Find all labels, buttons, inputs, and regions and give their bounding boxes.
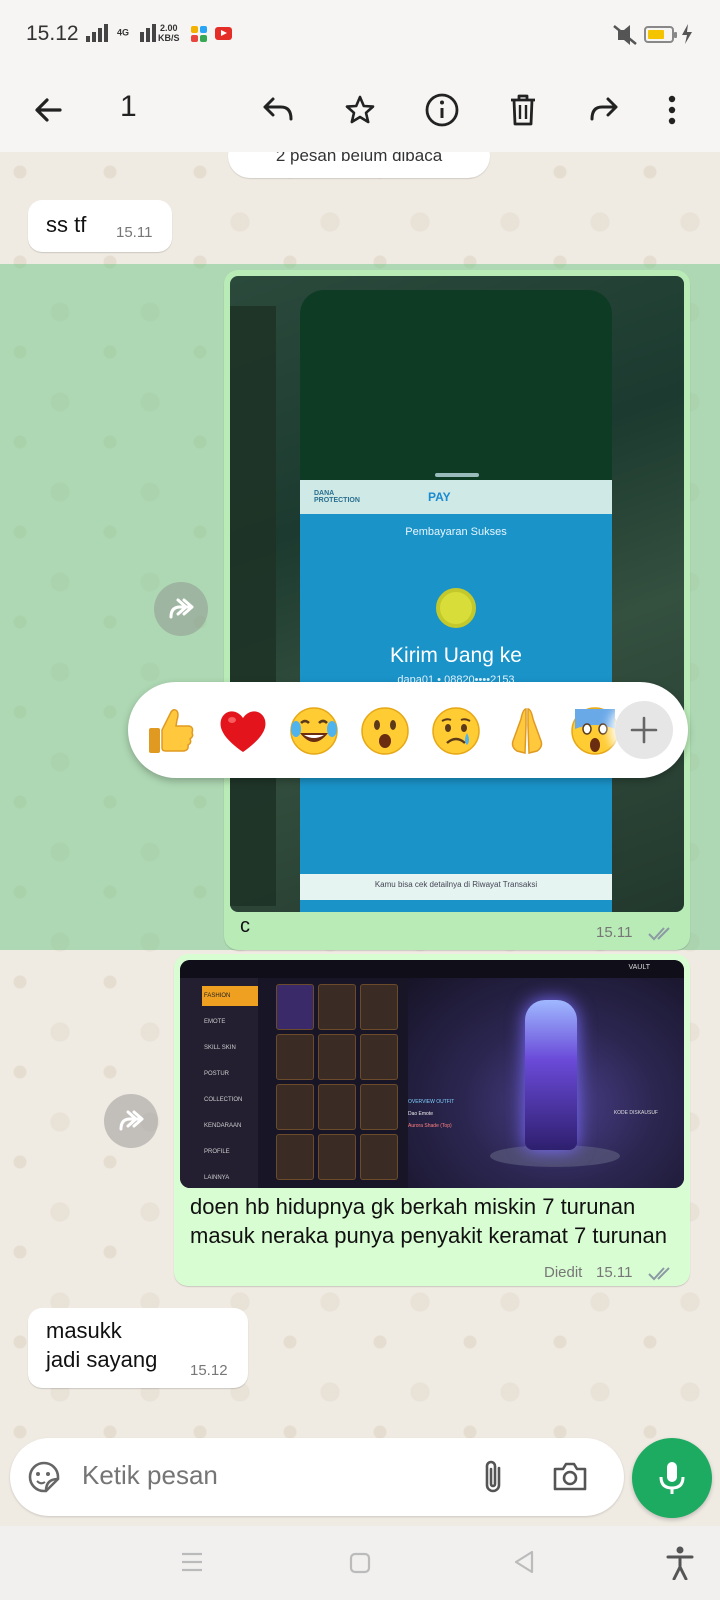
- accessibility-icon[interactable]: [666, 1546, 694, 1580]
- trash-icon: [511, 94, 535, 126]
- plus-icon: [630, 716, 658, 744]
- charging-icon: [682, 24, 692, 44]
- folded-hands-icon: [511, 708, 543, 754]
- forward-shortcut-button[interactable]: [104, 1094, 158, 1148]
- selection-action-bar: 1: [0, 70, 720, 152]
- pay-logo: PAY: [428, 490, 451, 504]
- reaction-thumbs-up[interactable]: [144, 704, 198, 758]
- star-icon: [345, 95, 375, 124]
- game-character: [525, 1000, 577, 1150]
- back-button[interactable]: [24, 86, 72, 134]
- forward-icon: [590, 97, 618, 121]
- reaction-picker: [128, 682, 688, 778]
- forward-icon: [169, 598, 194, 619]
- message-text: jadi sayang: [46, 1347, 158, 1372]
- message-time: 15.12: [190, 1362, 228, 1379]
- message-time: 15.11: [596, 924, 633, 941]
- message-time: 15.11: [116, 224, 153, 241]
- reply-icon: [263, 97, 293, 121]
- message-time: 15.11: [596, 1264, 633, 1281]
- chat-area[interactable]: 2 pesan belum dibaca ss tf 15.11 DANA PR…: [0, 152, 720, 1497]
- message-input[interactable]: [82, 1460, 462, 1491]
- camera-icon[interactable]: [552, 1460, 588, 1492]
- message-composer: [10, 1438, 624, 1516]
- reaction-pray[interactable]: [500, 704, 554, 758]
- reaction-screaming[interactable]: [568, 704, 622, 758]
- forward-button[interactable]: [580, 86, 628, 134]
- outfit-info: OVERVIEW OUTFIT Dao Emote Aurora Shade (…: [408, 1099, 455, 1129]
- reply-button[interactable]: [254, 86, 302, 134]
- double-check-icon: [648, 927, 670, 941]
- thumbs-up-icon: [149, 708, 194, 753]
- message-bubble-incoming[interactable]: masukk jadi sayang 15.12: [28, 1308, 248, 1388]
- back-nav-icon[interactable]: [513, 1550, 535, 1574]
- double-check-icon: [648, 1267, 670, 1281]
- paperclip-icon[interactable]: [480, 1458, 506, 1496]
- network-type: 4G: [117, 24, 164, 42]
- more-reactions-button[interactable]: [615, 701, 673, 759]
- reaction-laughing[interactable]: [287, 704, 341, 758]
- payment-status: Pembayaran Sukses: [405, 526, 507, 538]
- payment-receipt: DANA PROTECTION PAY Pembayaran Sukses Ki…: [230, 276, 684, 912]
- heart-icon: [220, 711, 266, 752]
- youtube-icon: [215, 27, 232, 40]
- scream-face-icon: [571, 707, 619, 755]
- outfit-grid: [276, 984, 404, 1184]
- star-button[interactable]: [336, 86, 384, 134]
- reaction-surprised[interactable]: [358, 704, 412, 758]
- signal-icon: [86, 24, 108, 42]
- status-bar: 15.12 4G 2.00 KB/S: [0, 0, 720, 70]
- more-vertical-icon: [668, 95, 676, 125]
- home-icon[interactable]: [349, 1552, 371, 1574]
- tears-of-joy-icon: [290, 707, 338, 755]
- forward-shortcut-button[interactable]: [154, 582, 208, 636]
- app-notification-icon: [191, 26, 207, 42]
- sticker-icon[interactable]: [26, 1459, 62, 1495]
- info-icon: [425, 93, 459, 127]
- reaction-heart[interactable]: [216, 704, 270, 758]
- payment-footer: Kamu bisa cek detailnya di Riwayat Trans…: [300, 874, 612, 900]
- mute-icon: [613, 25, 637, 45]
- battery-icon: [644, 26, 677, 43]
- edited-label: Diedit: [544, 1264, 583, 1281]
- forward-icon: [119, 1110, 144, 1131]
- reaction-sad[interactable]: [429, 704, 483, 758]
- message-bubble-incoming[interactable]: ss tf 15.11: [28, 200, 172, 252]
- game-screenshot-image[interactable]: VAULT FASHION EMOTE SKILL SKIN POSTUR CO…: [180, 960, 684, 1188]
- kode-label: KODE DISKAUSUF: [613, 1110, 658, 1116]
- surprised-face-icon: [361, 707, 409, 755]
- selected-count: 1: [120, 90, 137, 123]
- message-text: masukk: [46, 1318, 122, 1343]
- dana-logo: DANA PROTECTION: [314, 490, 360, 504]
- info-button[interactable]: [418, 86, 466, 134]
- arrow-left-icon: [35, 98, 62, 122]
- recent-apps-icon[interactable]: [180, 1552, 204, 1572]
- payment-headline: Kirim Uang ke: [390, 644, 522, 667]
- image-caption: doen hb hidupnya gk berkah miskin 7 turu…: [190, 1194, 667, 1248]
- image-caption: c: [240, 915, 250, 937]
- game-menu: FASHION EMOTE SKILL SKIN POSTUR COLLECTI…: [180, 978, 258, 1188]
- more-options-button[interactable]: [658, 86, 686, 134]
- clock: 15.12: [26, 22, 79, 45]
- vault-label: VAULT: [628, 964, 650, 971]
- success-check-icon: [436, 588, 476, 628]
- unread-banner: 2 pesan belum dibaca: [228, 152, 490, 178]
- delete-button[interactable]: [499, 86, 547, 134]
- voice-record-button[interactable]: [632, 1438, 712, 1518]
- microphone-icon: [659, 1462, 685, 1494]
- sad-face-icon: [432, 707, 480, 755]
- system-navigation-bar: [0, 1526, 720, 1600]
- network-speed: 2.00 KB/S: [158, 23, 180, 43]
- message-text: ss tf: [46, 212, 87, 237]
